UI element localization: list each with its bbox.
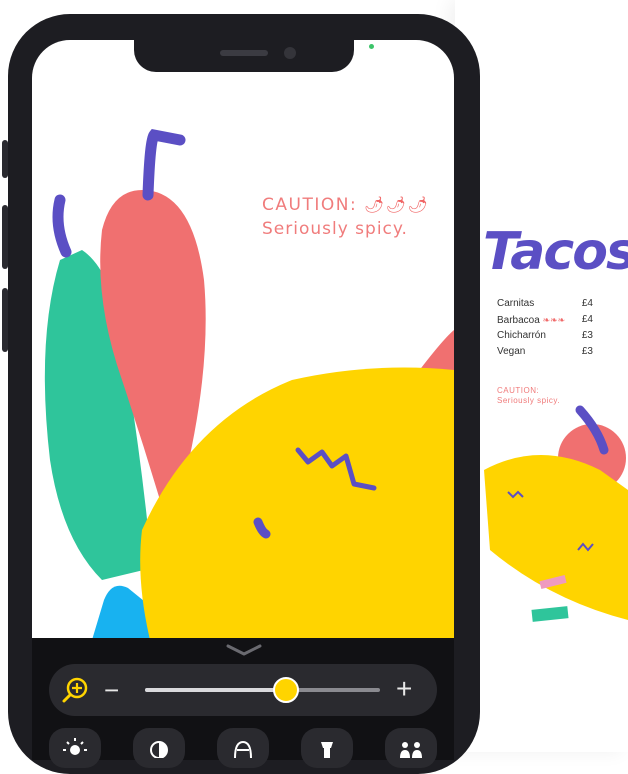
menu-item-name: Carnitas (497, 298, 535, 309)
zoom-slider-thumb[interactable] (273, 677, 299, 703)
menu-item-name: Vegan (497, 346, 526, 357)
filter-icon (234, 740, 252, 759)
menu-item-price: £3 (581, 330, 593, 341)
zoom-in-icon[interactable] (61, 677, 89, 710)
zoom-out-button[interactable]: − (104, 677, 119, 703)
menu-item: Barbacoa ❧❧❧ £4 (497, 312, 593, 328)
chili-icon: 🌶🌶🌶 (364, 195, 430, 214)
filter-button[interactable] (217, 728, 269, 768)
menu-caution-label: CAUTION: (497, 386, 540, 395)
menu-taco-illustration (484, 405, 628, 622)
brightness-button[interactable] (49, 728, 101, 768)
flashlight-button[interactable] (301, 728, 353, 768)
menu-item-price: £4 (581, 298, 593, 309)
mute-switch (2, 140, 8, 178)
flashlight-icon (321, 742, 333, 758)
speaker (220, 50, 268, 56)
brightness-icon (63, 738, 87, 755)
menu-item-price: £3 (581, 346, 593, 357)
caution-label: CAUTION: (262, 195, 358, 215)
menu-item-name: Chicharrón (497, 330, 546, 341)
tacos-logo: Tacos (483, 222, 628, 282)
zoom-slider-fill (145, 688, 286, 692)
menu-item: Chicharrón £3 (497, 328, 593, 344)
chevron-down-icon[interactable] (226, 643, 262, 657)
volume-down-button (2, 288, 8, 352)
notch (134, 40, 354, 72)
contrast-button[interactable] (133, 728, 185, 768)
collapse-handle[interactable] (226, 643, 262, 662)
menu-item-name: Barbacoa (497, 315, 540, 326)
menu-item-price: £4 (581, 314, 593, 325)
zoom-in-button[interactable]: + (396, 675, 412, 703)
contrast-icon (150, 741, 168, 759)
menu-list: Carnitas £4 Barbacoa ❧❧❧ £4 Chicharrón £… (497, 296, 593, 360)
caution-text: CAUTION: 🌶🌶🌶 (262, 195, 430, 215)
menu-item: Vegan £3 (497, 344, 593, 360)
front-camera (284, 47, 296, 59)
people-icon (400, 742, 422, 758)
chili-icon: ❧❧❧ (542, 315, 566, 325)
people-button[interactable] (385, 728, 437, 768)
caution-subtitle: Seriously spicy. (262, 219, 408, 239)
volume-up-button (2, 205, 8, 269)
menu-item: Carnitas £4 (497, 296, 593, 312)
zoom-slider[interactable] (145, 677, 380, 703)
camera-indicator (369, 44, 374, 49)
